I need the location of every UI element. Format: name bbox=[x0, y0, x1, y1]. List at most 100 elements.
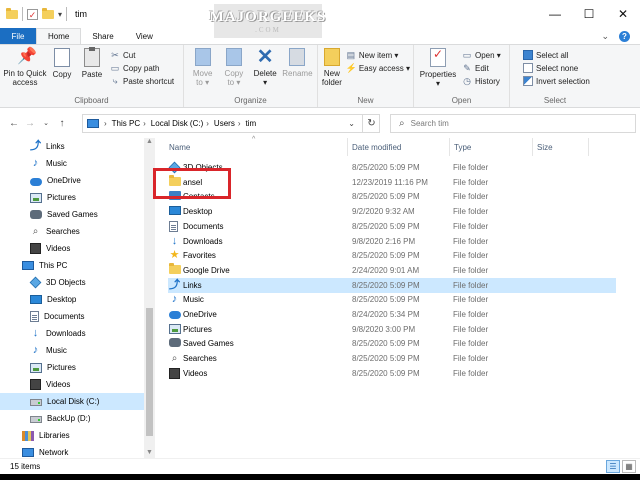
file-name: Google Drive bbox=[183, 265, 230, 275]
address-dropdown-icon[interactable]: ⌄ bbox=[348, 119, 355, 128]
file-row[interactable]: ♪ Music 8/25/2020 5:09 PM File folder bbox=[168, 292, 616, 307]
easy-access-button[interactable]: ⚡ Easy access ▾ bbox=[346, 63, 410, 73]
copy-path-button[interactable]: ▭ Copy path bbox=[110, 63, 174, 73]
edit-icon: ✎ bbox=[463, 63, 471, 73]
scroll-up-arrow[interactable]: ▲ bbox=[146, 138, 153, 145]
delete-button[interactable]: ✕ Delete ▾ bbox=[250, 47, 281, 87]
file-date-modified: 8/25/2020 5:09 PM bbox=[352, 163, 420, 172]
rename-button[interactable]: Rename bbox=[281, 48, 314, 78]
properties-button[interactable]: Properties ▾ bbox=[417, 48, 459, 88]
file-row[interactable]: Contacts 8/25/2020 5:09 PM File folder bbox=[168, 189, 616, 204]
breadcrumb-tim[interactable]: tim bbox=[245, 119, 256, 128]
cut-button[interactable]: ✂ Cut bbox=[110, 50, 174, 60]
column-type[interactable]: Type bbox=[454, 143, 471, 152]
nav-item[interactable]: Saved Games bbox=[30, 206, 98, 223]
nav-item[interactable]: Desktop bbox=[30, 291, 76, 308]
paste-button[interactable]: Paste bbox=[77, 47, 107, 79]
scroll-down-arrow[interactable]: ▼ bbox=[146, 449, 153, 456]
select-all-button[interactable]: Select all bbox=[523, 50, 590, 60]
details-view-icon[interactable]: ☰ bbox=[606, 460, 620, 473]
recent-locations-icon[interactable]: ⌄ bbox=[38, 119, 54, 127]
nav-item[interactable]: Libraries bbox=[22, 427, 70, 444]
refresh-icon[interactable]: ↻ bbox=[362, 114, 380, 133]
file-row[interactable]: ansel 12/23/2019 11:16 PM File folder bbox=[168, 174, 616, 190]
nav-item[interactable]: ⤴ Links bbox=[30, 138, 65, 155]
nav-item[interactable]: This PC bbox=[22, 257, 67, 274]
nav-item[interactable]: ♪ Music bbox=[30, 342, 67, 359]
column-date[interactable]: Date modified bbox=[352, 143, 401, 152]
edit-button[interactable]: ✎ Edit bbox=[462, 63, 501, 73]
scrollbar-thumb[interactable] bbox=[146, 308, 153, 436]
copy-to-label-line1: Copy bbox=[224, 69, 244, 78]
minimize-button[interactable]: — bbox=[538, 0, 572, 28]
column-divider[interactable] bbox=[449, 138, 450, 156]
address-bar[interactable]: › This PC › Local Disk (C:) › Users › ti… bbox=[82, 114, 380, 133]
nav-item[interactable]: BackUp (D:) bbox=[30, 410, 91, 427]
tab-view[interactable]: View bbox=[125, 28, 164, 44]
pin-to-quick-access-button[interactable]: 📌 Pin to Quick access bbox=[3, 48, 47, 87]
help-icon[interactable]: ? bbox=[619, 30, 630, 42]
nav-item[interactable]: ↓ Downloads bbox=[30, 325, 86, 342]
open-button[interactable]: ▭ Open ▾ bbox=[462, 50, 501, 60]
forward-arrow-icon[interactable]: → bbox=[22, 118, 38, 129]
file-row[interactable]: Documents 8/25/2020 5:09 PM File folder bbox=[168, 219, 616, 234]
file-row[interactable]: Desktop 9/2/2020 9:32 AM File folder bbox=[168, 204, 616, 219]
copy-to-button[interactable]: Copy to ▾ bbox=[218, 48, 249, 87]
toolbar-divider bbox=[66, 7, 68, 21]
up-arrow-icon[interactable]: ↑ bbox=[54, 118, 70, 129]
tab-file[interactable]: File bbox=[0, 28, 36, 44]
search-box[interactable]: ⌕ Search tim bbox=[390, 114, 636, 133]
nav-item[interactable]: Documents bbox=[30, 308, 84, 325]
file-row[interactable]: OneDrive 8/24/2020 5:34 PM File folder bbox=[168, 307, 616, 322]
maximize-button[interactable]: ☐ bbox=[572, 0, 606, 28]
nav-item[interactable]: Videos bbox=[30, 376, 70, 393]
new-folder-icon[interactable] bbox=[42, 7, 54, 19]
column-divider[interactable] bbox=[588, 138, 589, 156]
new-folder-label-line1: New bbox=[323, 69, 340, 78]
column-divider[interactable] bbox=[532, 138, 533, 156]
copy-button[interactable]: Copy bbox=[47, 48, 77, 79]
tab-home[interactable]: Home bbox=[36, 28, 82, 44]
nav-item[interactable]: Pictures bbox=[30, 359, 76, 376]
column-divider[interactable] bbox=[347, 138, 348, 156]
file-row[interactable]: ⌕ Searches 8/25/2020 5:09 PM File folder bbox=[168, 351, 616, 366]
invert-selection-button[interactable]: Invert selection bbox=[523, 76, 590, 86]
tab-share[interactable]: Share bbox=[81, 28, 124, 44]
new-item-button[interactable]: ▤ New item ▾ bbox=[346, 50, 410, 60]
back-arrow-icon[interactable]: ← bbox=[6, 118, 22, 129]
breadcrumb-this-pc[interactable]: This PC bbox=[112, 119, 140, 128]
breadcrumb-local-disk[interactable]: Local Disk (C:) bbox=[151, 119, 203, 128]
properties-check-icon[interactable]: ✓ bbox=[27, 8, 38, 20]
column-size[interactable]: Size bbox=[537, 143, 553, 152]
nav-item[interactable]: Pictures bbox=[30, 189, 76, 206]
item-count: 15 items bbox=[10, 462, 41, 471]
file-row[interactable]: ⤴ Links 8/25/2020 5:09 PM File folder bbox=[168, 277, 616, 293]
file-name: Downloads bbox=[183, 236, 223, 246]
file-row[interactable]: Google Drive 2/24/2020 9:01 AM File folder bbox=[168, 262, 616, 278]
column-name[interactable]: Name bbox=[169, 143, 190, 152]
nav-item[interactable]: Local Disk (C:) bbox=[0, 393, 144, 410]
move-to-button[interactable]: Move to ▾ bbox=[187, 48, 218, 87]
nav-item[interactable]: 3D Objects bbox=[29, 274, 86, 291]
select-none-button[interactable]: Select none bbox=[523, 63, 590, 73]
file-row[interactable]: ★ Favorites 8/25/2020 5:09 PM File folder bbox=[168, 248, 616, 263]
file-row[interactable]: Pictures 9/8/2020 3:00 PM File folder bbox=[168, 322, 616, 337]
paste-shortcut-button[interactable]: ⤷ Paste shortcut bbox=[110, 76, 174, 86]
search-icon: ⌕ bbox=[32, 226, 39, 237]
customize-toolbar-icon[interactable]: ▾ bbox=[58, 10, 62, 19]
nav-item[interactable]: ♪ Music bbox=[30, 155, 67, 172]
file-row[interactable]: 3D Objects 8/25/2020 5:09 PM File folder bbox=[168, 160, 616, 175]
file-row[interactable]: Videos 8/25/2020 5:09 PM File folder bbox=[168, 366, 616, 381]
nav-item[interactable]: Network bbox=[22, 444, 68, 458]
nav-item[interactable]: Videos bbox=[30, 240, 70, 257]
history-button[interactable]: ◷ History bbox=[462, 76, 501, 86]
chevron-down-icon[interactable]: ⌄ bbox=[601, 31, 609, 42]
large-icons-view-icon[interactable]: ▦ bbox=[622, 460, 636, 473]
breadcrumb-users[interactable]: Users bbox=[214, 119, 235, 128]
file-row[interactable]: ↓ Downloads 9/8/2020 2:16 PM File folder bbox=[168, 234, 616, 249]
file-row[interactable]: Saved Games 8/25/2020 5:09 PM File folder bbox=[168, 336, 616, 351]
nav-item[interactable]: ⌕ Searches bbox=[30, 223, 80, 240]
close-button[interactable]: ✕ bbox=[606, 0, 640, 28]
new-folder-button[interactable]: New folder bbox=[321, 48, 343, 87]
nav-item[interactable]: OneDrive bbox=[30, 172, 81, 189]
